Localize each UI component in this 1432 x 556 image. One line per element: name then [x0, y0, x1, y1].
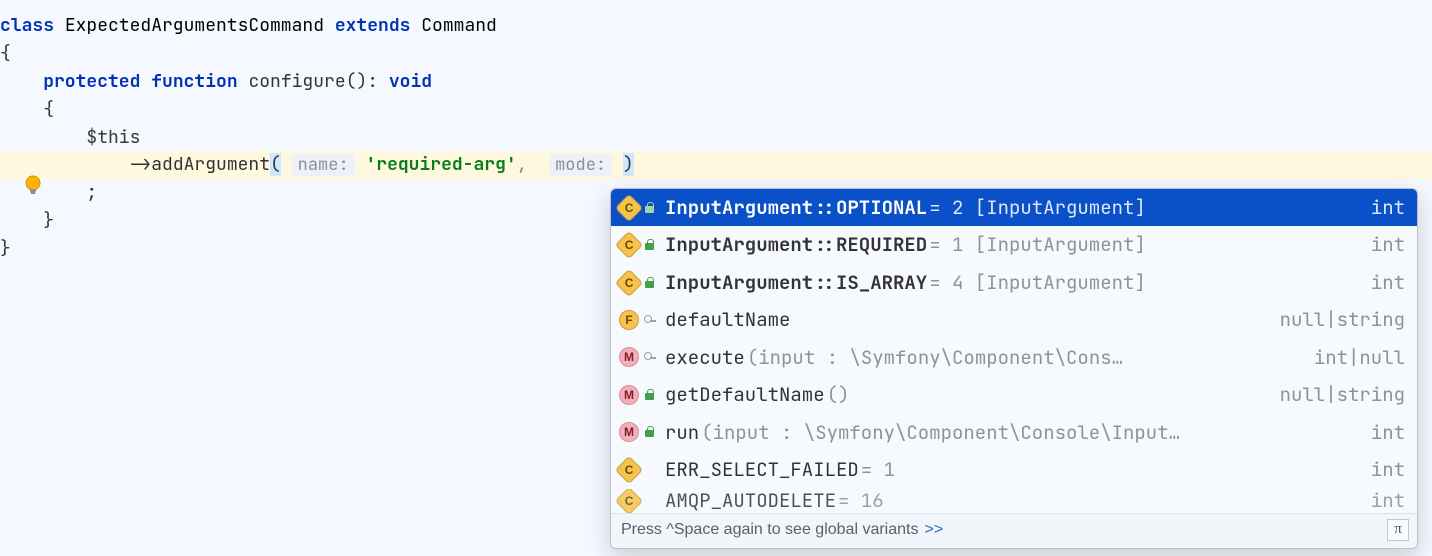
completion-label: InputArgument::IS_ARRAY [665, 268, 927, 297]
completion-tail: = 1 [861, 455, 895, 484]
completion-type: int [1371, 193, 1405, 222]
completion-type: int [1371, 230, 1405, 259]
open-paren: ( [270, 153, 281, 176]
kw-class: class [0, 14, 54, 37]
kw-void: void [389, 70, 432, 93]
brace-open: { [0, 40, 1432, 68]
constant-icon: C [615, 489, 643, 513]
completion-item[interactable]: C InputArgument::IS_ARRAY = 4 [InputArgum… [611, 264, 1417, 301]
constant-icon: C [615, 231, 643, 259]
key-icon [643, 350, 657, 364]
footer-link[interactable]: >> [924, 518, 943, 543]
completion-item[interactable]: Mexecute(input : \Symfony\Component\Cons… [611, 339, 1417, 376]
completion-type: null|string [1280, 305, 1405, 334]
arg-string: 'required-arg' [365, 153, 516, 176]
method-name: configure [248, 70, 345, 93]
completion-label: run [665, 418, 699, 447]
completion-item[interactable]: MgetDefaultName() null|string [611, 376, 1417, 413]
footer-hint: Press ^Space again to see global variant… [621, 518, 918, 543]
highlighted-line[interactable]: ->addArgument( name: 'required-arg', mod… [0, 151, 1432, 179]
constant-icon: C [615, 456, 643, 484]
pi-icon[interactable]: π [1387, 519, 1409, 541]
completion-label: getDefaultName [665, 380, 825, 409]
completion-label: execute [665, 343, 745, 372]
kw-extends: extends [335, 14, 411, 37]
class-name: ExpectedArgumentsCommand [65, 14, 324, 37]
completion-tail: = 4 [InputArgument] [929, 268, 1146, 297]
completion-tail: = 16 [838, 489, 884, 513]
this-var: $this [86, 126, 140, 149]
method-icon: M [619, 422, 639, 442]
completion-label: AMQP_AUTODELETE [665, 489, 836, 513]
completion-tail: () [827, 380, 850, 409]
completion-label: InputArgument::REQUIRED [665, 230, 927, 259]
call-addArgument: addArgument [151, 153, 270, 176]
param-hint-name: name: [292, 154, 355, 176]
completion-type: int [1371, 418, 1405, 447]
kw-function: function [151, 70, 237, 93]
completion-label: defaultName [665, 305, 790, 334]
completion-label: ERR_SELECT_FAILED [665, 455, 859, 484]
kw-protected: protected [43, 70, 140, 93]
completion-item[interactable]: C ERR_SELECT_FAILED = 1 int [611, 451, 1417, 488]
lock-icon [643, 388, 657, 402]
method-icon: M [619, 385, 639, 405]
completion-type: int [1371, 455, 1405, 484]
completion-label: InputArgument::OPTIONAL [665, 193, 927, 222]
method-brace-close: } [43, 209, 54, 232]
completion-type: int [1371, 268, 1405, 297]
method-brace-open: { [43, 98, 54, 121]
constant-icon: C [615, 268, 643, 296]
completion-item[interactable]: C InputArgument::OPTIONAL = 2 [InputArgum… [611, 189, 1417, 226]
extends-name: Command [421, 14, 497, 37]
lock-icon [643, 276, 657, 290]
completion-item[interactable]: Mrun(input : \Symfony\Component\Console\… [611, 414, 1417, 451]
lightbulb-icon[interactable] [24, 175, 42, 193]
completion-item[interactable]: C InputArgument::REQUIRED = 1 [InputArgum… [611, 226, 1417, 263]
completion-type: int [1371, 489, 1405, 513]
field-icon: F [619, 310, 639, 330]
completion-item[interactable]: C AMQP_AUTODELETE = 16 int [611, 489, 1417, 513]
semicolon: ; [86, 181, 97, 204]
completion-item[interactable]: FdefaultName null|string [611, 301, 1417, 338]
method-parens: () [346, 70, 368, 93]
key-icon [643, 313, 657, 327]
completion-popup[interactable]: C InputArgument::OPTIONAL = 2 [InputArgum… [610, 188, 1418, 549]
lock-icon [643, 238, 657, 252]
completion-tail: = 1 [InputArgument] [929, 230, 1146, 259]
constant-icon: C [615, 194, 643, 222]
param-hint-mode: mode: [549, 154, 612, 176]
completion-tail: (input : \Symfony\Component\Cons… [747, 343, 1123, 372]
method-icon: M [619, 347, 639, 367]
completion-type: null|string [1280, 380, 1405, 409]
popup-footer: Press ^Space again to see global variant… [611, 513, 1417, 549]
lock-icon [643, 201, 657, 215]
completion-type: int|null [1314, 343, 1405, 372]
lock-icon [643, 425, 657, 439]
completion-tail: (input : \Symfony\Component\Console\Inpu… [701, 418, 1180, 447]
close-paren: ) [623, 153, 634, 176]
completion-tail: = 2 [InputArgument] [929, 193, 1146, 222]
